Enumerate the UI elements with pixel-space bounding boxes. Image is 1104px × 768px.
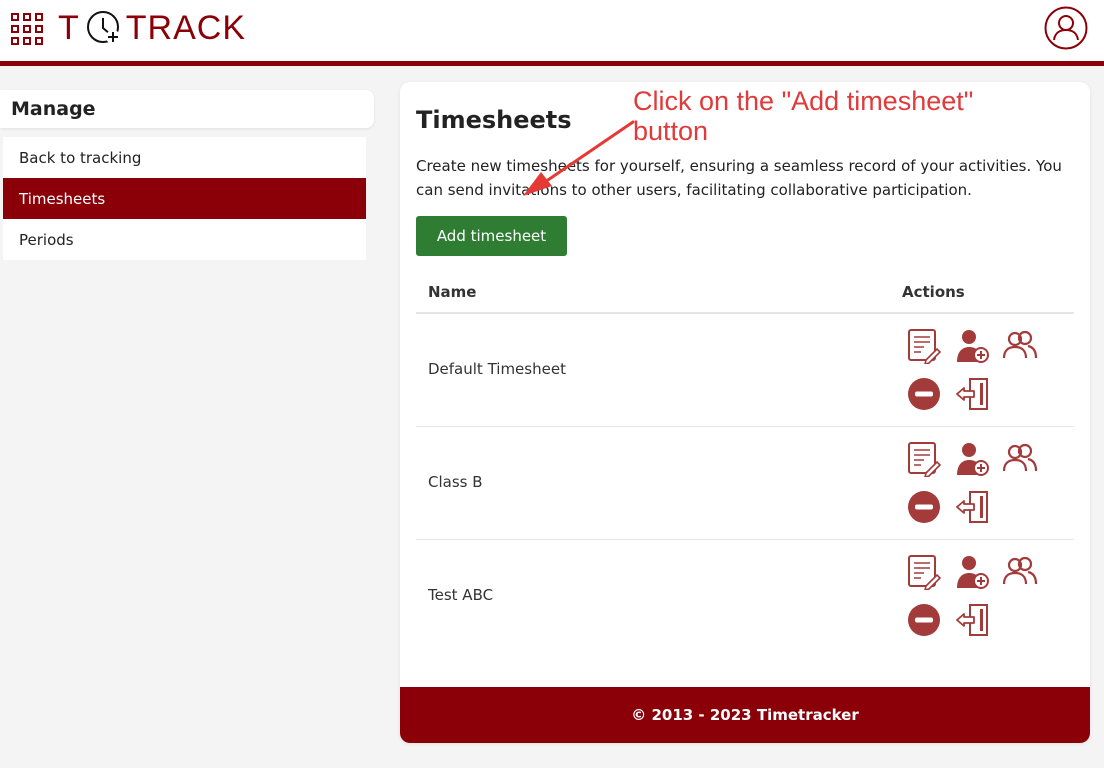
sidebar-item-back-to-tracking[interactable]: Back to tracking <box>3 137 366 178</box>
add-user-icon[interactable] <box>954 441 990 477</box>
users-icon[interactable] <box>1002 328 1038 364</box>
logo-text-right: TRACK <box>125 8 247 47</box>
apps-grid-icon[interactable] <box>10 12 44 46</box>
edit-icon[interactable] <box>906 554 942 590</box>
clock-plus-icon <box>86 11 120 44</box>
leave-icon[interactable] <box>954 376 990 412</box>
sidebar-item-periods[interactable]: Periods <box>3 219 366 260</box>
annotation-arrow-icon <box>523 120 635 196</box>
timesheets-table: Name Actions Default Timesheet Class B T… <box>416 272 1074 653</box>
annotation-callout: Click on the "Add timesheet" button <box>633 86 974 146</box>
sidebar-menu: Back to tracking Timesheets Periods <box>3 137 366 260</box>
add-user-icon[interactable] <box>954 554 990 590</box>
edit-icon[interactable] <box>906 441 942 477</box>
logo-text-left: T <box>58 8 80 47</box>
sidebar-header: Manage <box>0 90 374 128</box>
sidebar-item-timesheets[interactable]: Timesheets <box>3 178 366 219</box>
app-header: T TRACK <box>0 0 1104 61</box>
table-row: Default Timesheet <box>416 314 1074 427</box>
column-header-name: Name <box>428 283 477 301</box>
timesheet-name: Test ABC <box>428 586 494 604</box>
remove-icon[interactable] <box>906 376 942 412</box>
leave-icon[interactable] <box>954 489 990 525</box>
main-card: Timesheets Create new timesheets for you… <box>400 82 1090 743</box>
sidebar: Manage Back to tracking Timesheets Perio… <box>0 66 383 768</box>
timesheet-name: Class B <box>428 473 483 491</box>
users-icon[interactable] <box>1002 554 1038 590</box>
column-header-actions: Actions <box>902 283 965 301</box>
table-row: Class B <box>416 427 1074 540</box>
user-account-icon[interactable] <box>1044 6 1088 50</box>
add-timesheet-button[interactable]: Add timesheet <box>416 216 567 256</box>
add-user-icon[interactable] <box>954 328 990 364</box>
app-logo[interactable]: T TRACK <box>58 8 246 48</box>
leave-icon[interactable] <box>954 602 990 638</box>
edit-icon[interactable] <box>906 328 942 364</box>
sidebar-title: Manage <box>11 98 96 120</box>
timesheet-name: Default Timesheet <box>428 360 566 378</box>
remove-icon[interactable] <box>906 489 942 525</box>
table-header: Name Actions <box>416 272 1074 314</box>
remove-icon[interactable] <box>906 602 942 638</box>
page-footer: © 2013 - 2023 Timetracker <box>400 687 1090 743</box>
table-row: Test ABC <box>416 540 1074 653</box>
users-icon[interactable] <box>1002 441 1038 477</box>
